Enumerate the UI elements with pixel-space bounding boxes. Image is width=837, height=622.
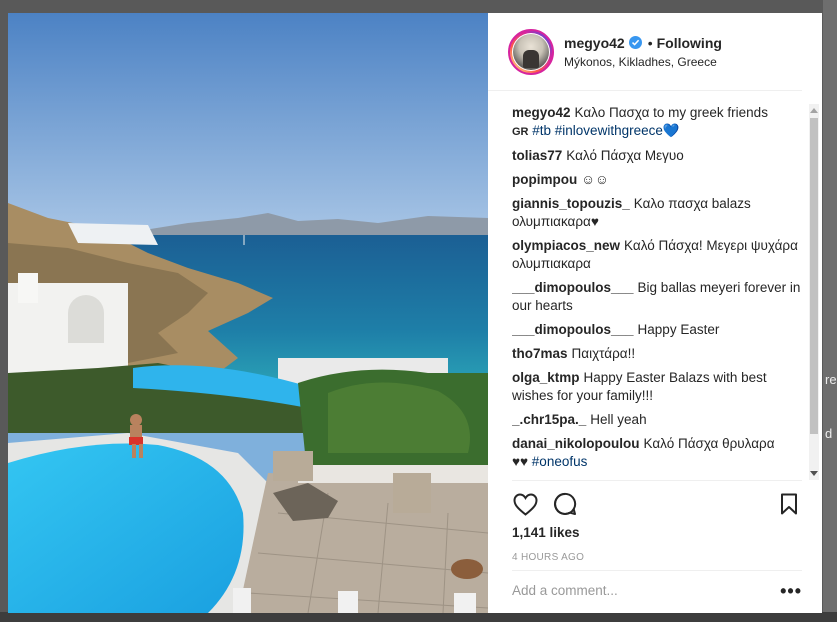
- comment-text: Καλό Πάσχα θρυλαρα: [643, 436, 775, 451]
- comment-username[interactable]: _.chr15pa._: [512, 412, 586, 427]
- comment-prefix: GR: [512, 126, 529, 138]
- more-options-icon[interactable]: •••: [780, 582, 802, 600]
- comment-item: popimpou ☺☺: [512, 171, 802, 189]
- comment-hashtags[interactable]: #oneofus: [532, 454, 588, 469]
- photo-scene: [8, 13, 488, 613]
- comment-item: danai_nikolopoulou Καλό Πάσχα θρυλαρα ♥♥ …: [512, 435, 802, 471]
- post-modal: megyo42 • Following Mýkonos, Kikladhes, …: [8, 13, 822, 613]
- comment-username[interactable]: tolias77: [512, 148, 562, 163]
- comment-item: olga_ktmp Happy Easter Balazs with best w…: [512, 369, 802, 405]
- post-timestamp[interactable]: 4 HOURS AGO: [512, 552, 802, 563]
- verified-badge-icon: [628, 36, 642, 49]
- add-comment-input[interactable]: [512, 583, 781, 598]
- comment-text: Καλο Πασχα to my greek friends: [574, 105, 768, 120]
- comment-item: tho7mas Παιχτάρα!!: [512, 345, 802, 363]
- separator-dot: •: [647, 34, 653, 51]
- post-photo[interactable]: [8, 13, 488, 613]
- comment-item: _.chr15pa._ Hell yeah: [512, 411, 802, 429]
- bookmark-icon[interactable]: [776, 491, 802, 517]
- comment-text: Happy Easter: [637, 322, 720, 337]
- backdrop-right-strip: [823, 0, 837, 622]
- comment-text: Παιχτάρα!!: [571, 346, 636, 361]
- action-icons: [512, 491, 802, 517]
- avatar-ring: [512, 32, 550, 71]
- comment-text: Καλό Πάσχα Μεγυο: [566, 148, 684, 163]
- comment-item: ___dimopoulos___ Big ballas meyeri foreve…: [512, 279, 802, 315]
- avatar[interactable]: [508, 28, 554, 75]
- avatar-image: [513, 33, 549, 70]
- post-header: megyo42 • Following Mýkonos, Kikladhes, …: [488, 13, 802, 91]
- comments-list: megyo42 Καλο Πασχα to my greek friends GR…: [512, 104, 802, 471]
- location-link[interactable]: Mýkonos, Kikladhes, Greece: [564, 55, 722, 69]
- comment-username[interactable]: tho7mas: [512, 346, 568, 361]
- scroll-up-icon[interactable]: [810, 108, 818, 113]
- username-link[interactable]: megyo42: [564, 35, 625, 51]
- scroll-thumb[interactable]: [810, 118, 818, 434]
- user-block: megyo42 • Following Mýkonos, Kikladhes, …: [564, 35, 722, 69]
- heart-icon[interactable]: [512, 491, 538, 517]
- comment-username[interactable]: popimpou: [512, 172, 577, 187]
- comment-username[interactable]: danai_nikolopoulou: [512, 436, 640, 451]
- add-comment-bar: •••: [512, 570, 802, 610]
- comment-icon[interactable]: [552, 491, 578, 517]
- comment-username[interactable]: ___dimopoulos___: [512, 322, 634, 337]
- comment-item: giannis_topouzis_ Καλο πασχα balazs ολυμπ…: [512, 195, 802, 231]
- comment-username[interactable]: olga_ktmp: [512, 370, 580, 385]
- comments-scrollbar[interactable]: [809, 104, 819, 480]
- comment-username[interactable]: giannis_topouzis_: [512, 196, 630, 211]
- user-line: megyo42 • Following: [564, 35, 722, 51]
- comment-username[interactable]: megyo42: [512, 105, 571, 120]
- post-details-panel: megyo42 • Following Mýkonos, Kikladhes, …: [488, 13, 822, 613]
- following-button[interactable]: Following: [657, 35, 722, 51]
- comment-item: olympiacos_new Καλό Πάσχα! Μεγερι ψυχάρα …: [512, 237, 802, 273]
- comment-username[interactable]: ___dimopoulos___: [512, 280, 634, 295]
- comment-hashtags[interactable]: #tb #inlovewithgreece💙: [532, 123, 679, 138]
- comment-item: ___dimopoulos___ Happy Easter: [512, 321, 802, 339]
- comment-item: tolias77 Καλό Πάσχα Μεγυο: [512, 147, 802, 165]
- backdrop-bottom-strip: [0, 612, 837, 622]
- post-actions: 1,141 likes 4 HOURS AGO: [512, 480, 802, 563]
- comment-username[interactable]: olympiacos_new: [512, 238, 620, 253]
- edge-text-2: d: [825, 426, 833, 441]
- likes-count[interactable]: 1,141 likes: [512, 525, 802, 540]
- comment-prefix: ♥♥: [512, 454, 529, 469]
- scroll-down-icon[interactable]: [810, 471, 818, 476]
- comment-text: ☺☺: [581, 172, 609, 187]
- comment-caption: megyo42 Καλο Πασχα to my greek friends GR…: [512, 104, 802, 141]
- edge-text-1: re: [825, 372, 837, 387]
- comment-text: Hell yeah: [590, 412, 647, 427]
